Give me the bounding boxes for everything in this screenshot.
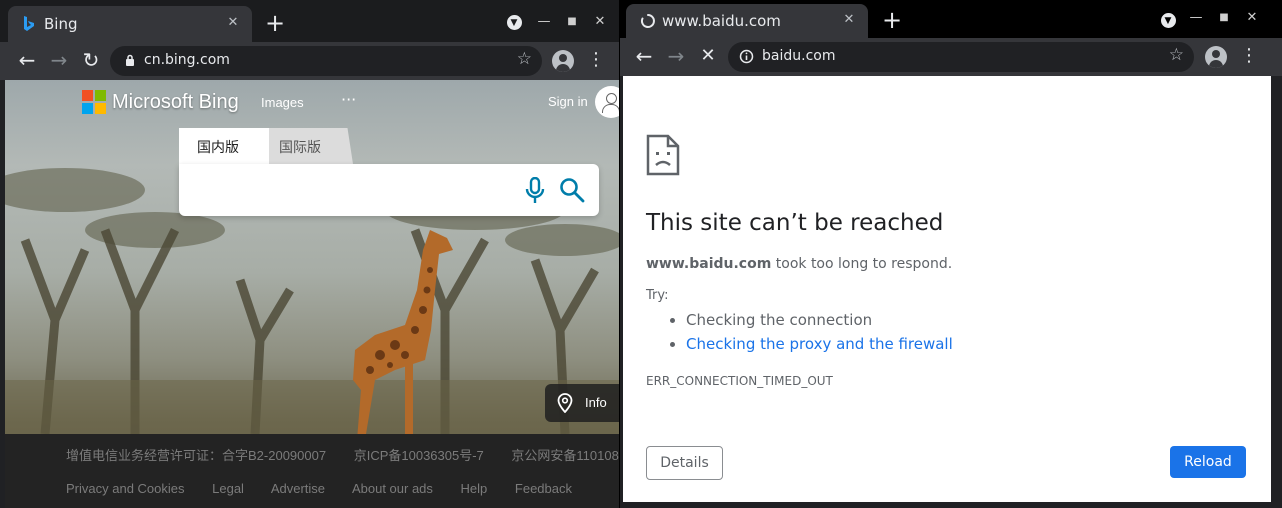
close-window-icon[interactable]: ✕	[1242, 8, 1262, 28]
sign-in-link[interactable]: Sign in	[548, 94, 588, 109]
user-avatar-icon[interactable]	[595, 86, 619, 118]
error-page: This site can’t be reached www.baidu.com…	[623, 76, 1271, 502]
omnibox-url: cn.bing.com	[144, 52, 230, 68]
maximize-icon[interactable]: ■	[1214, 8, 1234, 28]
error-host: www.baidu.com	[646, 256, 772, 272]
suggestion-connection: Checking the connection	[686, 308, 953, 332]
microsoft-bing-logo[interactable]: Microsoft Bing	[82, 90, 239, 114]
error-message: www.baidu.com took too long to respond.	[646, 256, 952, 272]
suggestion-proxy-firewall: Checking the proxy and the firewall	[686, 332, 953, 356]
toolbar: ← → ↻ cn.bing.com ☆ ⋮	[0, 42, 619, 80]
footer-links-row: Privacy and Cookies Legal Advertise Abou…	[66, 481, 596, 496]
footer-privacy-link[interactable]: Privacy and Cookies	[66, 481, 185, 496]
tab-search-icon[interactable]: ▼	[1158, 10, 1178, 30]
error-title: This site can’t be reached	[646, 210, 944, 236]
proxy-firewall-link[interactable]: Checking the proxy and the firewall	[686, 335, 953, 353]
footer-about-ads-link[interactable]: About our ads	[352, 481, 433, 496]
new-tab-button[interactable]: +	[880, 8, 904, 33]
bookmark-star-icon[interactable]: ☆	[1169, 45, 1184, 65]
details-button[interactable]: Details	[646, 446, 723, 480]
profile-avatar[interactable]	[1205, 46, 1227, 68]
toolbar: ← → ✕ baidu.com ☆ ⋮	[620, 38, 1282, 76]
error-reason: took too long to respond.	[771, 256, 953, 272]
suggestions-list: Checking the connection Checking the pro…	[668, 308, 953, 356]
new-tab-button[interactable]: +	[263, 11, 287, 36]
tab-strip: Bing ✕ + ▼ — ■ ✕	[0, 0, 619, 42]
images-link[interactable]: Images	[261, 95, 304, 110]
profile-avatar[interactable]	[552, 50, 574, 72]
back-icon[interactable]: ←	[632, 45, 656, 69]
tab-title: Bing	[44, 15, 78, 33]
try-label: Try:	[646, 288, 669, 303]
search-input[interactable]	[193, 176, 513, 204]
footer-license-row: 增值电信业务经营许可证：合字B2-20090007 京ICP备10036305号…	[66, 445, 619, 464]
footer-feedback-link[interactable]: Feedback	[515, 481, 572, 496]
image-info-button[interactable]: Info	[545, 384, 619, 422]
info-label: Info	[585, 395, 607, 410]
bing-footer: 增值电信业务经营许可证：合字B2-20090007 京ICP备10036305号…	[5, 434, 619, 508]
close-tab-icon[interactable]: ✕	[840, 11, 858, 29]
bing-icon	[24, 16, 34, 31]
footer-help-link[interactable]: Help	[461, 481, 488, 496]
search-icon[interactable]	[559, 177, 585, 203]
back-icon[interactable]: ←	[15, 49, 39, 73]
stop-loading-icon[interactable]: ✕	[696, 45, 720, 69]
tab-baidu[interactable]: www.baidu.com ✕	[626, 4, 868, 38]
kebab-menu-icon[interactable]: ⋮	[1240, 46, 1258, 68]
reload-icon[interactable]: ↻	[79, 49, 103, 73]
tab-international[interactable]: 国际版	[261, 128, 353, 164]
tab-domestic[interactable]: 国内版	[179, 128, 269, 164]
brand-name: Microsoft Bing	[112, 90, 239, 113]
tab-search-icon[interactable]: ▼	[504, 12, 524, 32]
close-tab-icon[interactable]: ✕	[224, 14, 242, 32]
sad-document-icon	[646, 134, 680, 176]
tab-bing[interactable]: Bing ✕	[8, 6, 252, 42]
forward-icon[interactable]: →	[47, 49, 71, 73]
loading-spinner-icon	[640, 14, 655, 28]
minimize-icon[interactable]: —	[1186, 8, 1206, 28]
omnibox[interactable]: cn.bing.com ☆	[110, 46, 542, 76]
reload-button[interactable]: Reload	[1170, 446, 1246, 478]
footer-public-security[interactable]: 京公网安备1101080	[511, 448, 619, 463]
footer-license[interactable]: 增值电信业务经营许可证：合字B2-20090007	[66, 448, 326, 463]
tab-title: www.baidu.com	[662, 12, 781, 30]
footer-icp[interactable]: 京ICP备10036305号-7	[354, 448, 484, 463]
search-box	[179, 164, 599, 216]
omnibox[interactable]: baidu.com ☆	[728, 42, 1194, 72]
bing-browser-window: Bing ✕ + ▼ — ■ ✕ ← → ↻ cn.bing.com ☆ ⋮ M…	[0, 0, 620, 508]
location-pin-icon	[557, 393, 573, 413]
info-icon	[739, 49, 754, 64]
maximize-icon[interactable]: ■	[562, 12, 582, 32]
error-code: ERR_CONNECTION_TIMED_OUT	[646, 374, 833, 388]
kebab-menu-icon[interactable]: ⋮	[587, 50, 605, 72]
more-menu-icon[interactable]: ···	[341, 90, 356, 109]
footer-advertise-link[interactable]: Advertise	[271, 481, 325, 496]
minimize-icon[interactable]: —	[534, 12, 554, 32]
close-window-icon[interactable]: ✕	[590, 12, 610, 32]
tab-strip: www.baidu.com ✕ + ▼ — ■ ✕	[620, 0, 1282, 38]
footer-legal-link[interactable]: Legal	[212, 481, 244, 496]
omnibox-url: baidu.com	[762, 48, 836, 64]
lock-icon	[126, 54, 134, 66]
bookmark-star-icon[interactable]: ☆	[517, 49, 532, 69]
microsoft-logo-icon	[82, 90, 106, 114]
bing-homepage: Microsoft Bing Images ··· Sign in 国际版 国内…	[5, 80, 619, 508]
giraffe-image	[353, 230, 453, 440]
forward-icon[interactable]: →	[664, 45, 688, 69]
baidu-browser-window: www.baidu.com ✕ + ▼ — ■ ✕ ← → ✕ baidu.co…	[620, 0, 1282, 508]
microphone-icon[interactable]	[525, 177, 545, 205]
